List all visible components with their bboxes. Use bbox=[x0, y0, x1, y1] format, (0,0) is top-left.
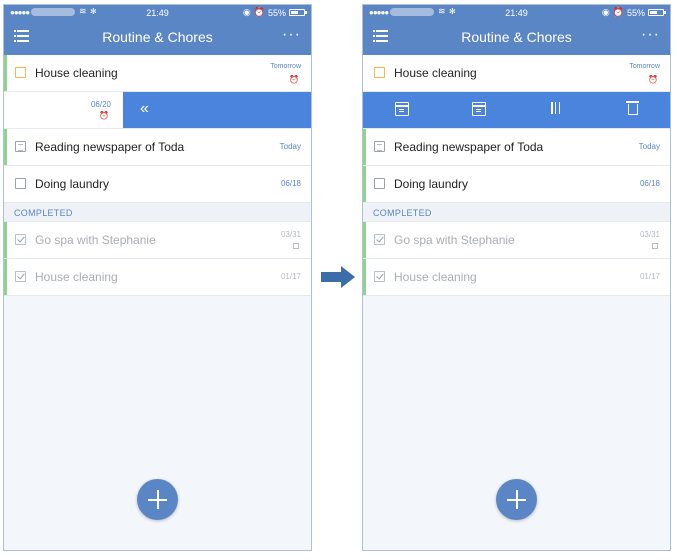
task-due-date: 01/17 bbox=[280, 272, 301, 281]
completed-section-header: COMPLETED bbox=[363, 203, 670, 222]
completed-task-row[interactable]: House cleaning 01/17 bbox=[4, 259, 311, 296]
alarm-clock-icon: ⏰ bbox=[648, 75, 658, 84]
swiped-task-row[interactable]: 06/20 ⏰ « bbox=[4, 92, 311, 129]
task-due-date: Today bbox=[638, 142, 660, 151]
alarm-status-icon: ⏰ bbox=[253, 7, 265, 17]
double-chevron-left-icon[interactable]: « bbox=[140, 100, 149, 118]
task-title: Reading newspaper of Toda bbox=[35, 140, 185, 154]
page-title: Routine & Chores bbox=[102, 29, 213, 45]
task-due-date: Today bbox=[279, 142, 301, 151]
task-title: Reading newspaper of Toda bbox=[394, 140, 544, 154]
task-row[interactable]: Doing laundry 06/18 bbox=[363, 166, 670, 203]
checked-checkbox[interactable] bbox=[374, 271, 385, 282]
checked-checkbox[interactable] bbox=[15, 234, 26, 245]
task-row[interactable]: Reading newspaper of Toda Today bbox=[4, 129, 311, 166]
right-arrow-icon bbox=[321, 266, 355, 288]
battery-percent: 55% bbox=[626, 7, 645, 18]
status-bar: ●●●●● ≋ ✻ 21:49 ◉ ⏰ 55% bbox=[363, 5, 670, 21]
task-row[interactable]: Reading newspaper of Toda Today bbox=[363, 129, 670, 166]
completed-task-row[interactable]: Go spa with Stephanie 03/31 bbox=[4, 222, 311, 259]
alarm-clock-icon: ⏰ bbox=[289, 75, 299, 84]
task-due-date: 01/17 bbox=[639, 272, 660, 281]
note-icon bbox=[652, 243, 658, 249]
calendar-icon[interactable] bbox=[395, 102, 409, 116]
task-action-bar bbox=[363, 92, 670, 129]
lock-rotation-icon: ◉ bbox=[242, 7, 251, 17]
note-checkbox[interactable] bbox=[374, 141, 385, 152]
battery-icon bbox=[289, 9, 307, 16]
task-title: House cleaning bbox=[394, 270, 477, 284]
task-title: House cleaning bbox=[35, 66, 118, 80]
more-icon[interactable]: ··· bbox=[282, 26, 301, 44]
task-row[interactable]: House cleaning Tomorrow ⏰ bbox=[363, 55, 670, 92]
alarm-status-icon: ⏰ bbox=[612, 7, 624, 17]
task-title: Doing laundry bbox=[394, 177, 469, 191]
status-bar: ●●●●● ≋ ✻ 21:49 ◉ ⏰ 55% bbox=[4, 5, 311, 21]
trash-icon[interactable] bbox=[626, 101, 639, 115]
task-row[interactable]: Doing laundry 06/18 bbox=[4, 166, 311, 203]
more-icon[interactable]: ··· bbox=[641, 26, 660, 44]
task-due-date: 03/31 bbox=[280, 230, 301, 239]
task-due-date: Tomorrow bbox=[270, 63, 301, 70]
completed-task-row[interactable]: Go spa with Stephanie 03/31 bbox=[363, 222, 670, 259]
task-title: Go spa with Stephanie bbox=[394, 233, 515, 247]
task-due-date: 06/18 bbox=[280, 179, 301, 188]
checked-checkbox[interactable] bbox=[15, 271, 26, 282]
task-due-date: Tomorrow bbox=[629, 63, 660, 70]
swipe-action-panel[interactable]: « bbox=[123, 92, 311, 128]
task-checkbox[interactable] bbox=[15, 67, 26, 78]
task-checkbox[interactable] bbox=[374, 178, 385, 189]
phone-screen-after: ●●●●● ≋ ✻ 21:49 ◉ ⏰ 55% Routine & Chores… bbox=[362, 4, 671, 551]
phone-screen-before: ●●●●● ≋ ✻ 21:49 ◉ ⏰ 55% Routine & Chores… bbox=[3, 4, 312, 551]
task-title: House cleaning bbox=[35, 270, 118, 284]
date-picker-icon[interactable] bbox=[472, 102, 486, 116]
priority-bars-icon[interactable] bbox=[551, 102, 560, 116]
task-due-date: 06/18 bbox=[639, 179, 660, 188]
checked-checkbox[interactable] bbox=[374, 234, 385, 245]
battery-percent: 55% bbox=[267, 7, 286, 18]
battery-icon bbox=[648, 9, 666, 16]
task-row[interactable]: House cleaning Tomorrow ⏰ bbox=[4, 55, 311, 92]
task-list: House cleaning Tomorrow ⏰ 06/20 ⏰ « Read… bbox=[4, 55, 311, 296]
note-checkbox[interactable] bbox=[15, 141, 26, 152]
task-checkbox[interactable] bbox=[15, 178, 26, 189]
app-header-bar: ●●●●● ≋ ✻ 21:49 ◉ ⏰ 55% Routine & Chores… bbox=[4, 5, 311, 55]
completed-task-row[interactable]: House cleaning 01/17 bbox=[363, 259, 670, 296]
task-title: House cleaning bbox=[394, 66, 477, 80]
page-title: Routine & Chores bbox=[461, 29, 572, 45]
task-title: Doing laundry bbox=[35, 177, 110, 191]
completed-section-header: COMPLETED bbox=[4, 203, 311, 222]
note-icon bbox=[293, 243, 299, 249]
task-due-date: 03/31 bbox=[639, 230, 660, 239]
task-title: Go spa with Stephanie bbox=[35, 233, 156, 247]
app-header-bar: ●●●●● ≋ ✻ 21:49 ◉ ⏰ 55% Routine & Chores… bbox=[363, 5, 670, 55]
alarm-clock-icon: ⏰ bbox=[99, 111, 109, 120]
add-task-button[interactable] bbox=[137, 479, 178, 520]
task-checkbox[interactable] bbox=[374, 67, 385, 78]
lock-rotation-icon: ◉ bbox=[601, 7, 610, 17]
add-task-button[interactable] bbox=[496, 479, 537, 520]
task-list: House cleaning Tomorrow ⏰ Reading newspa… bbox=[363, 55, 670, 296]
task-due-date: 06/20 bbox=[90, 100, 111, 109]
